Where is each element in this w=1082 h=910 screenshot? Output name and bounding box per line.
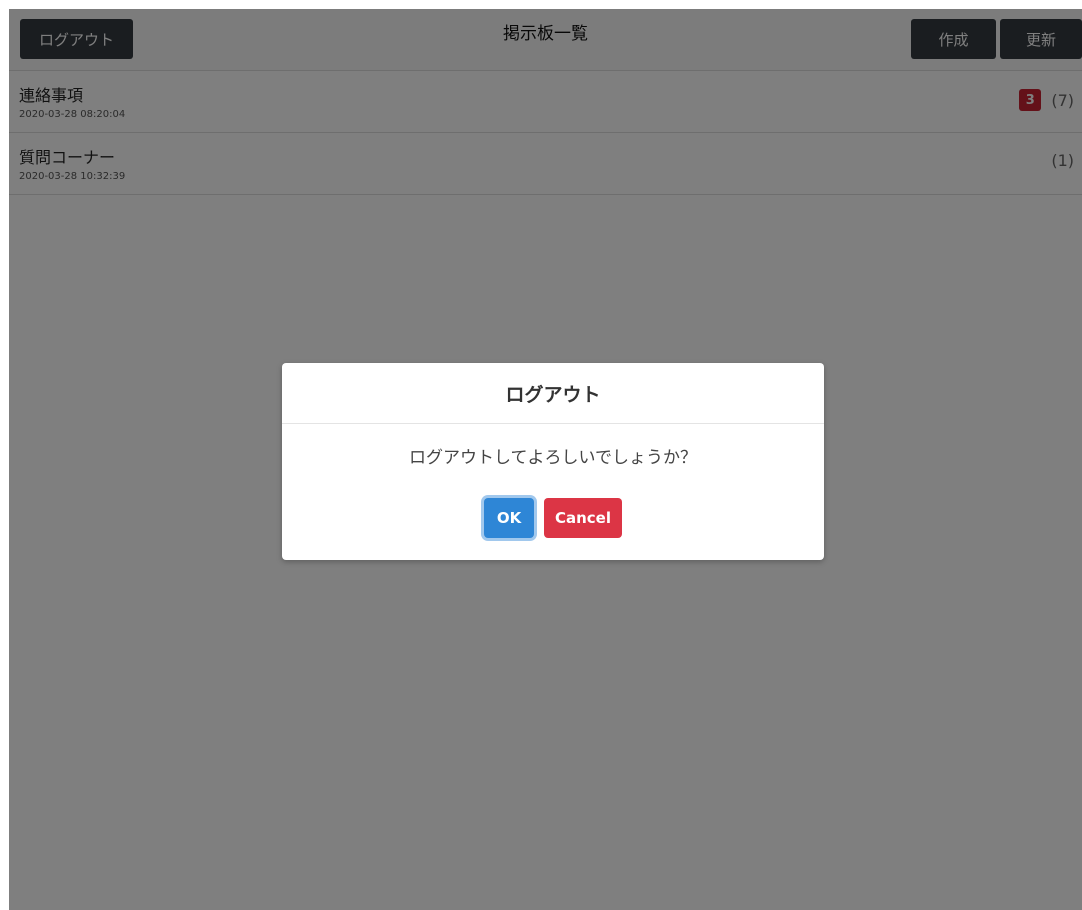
logout-dialog: ログアウト ログアウトしてよろしいでしょうか？ OK Cancel xyxy=(282,363,824,560)
dialog-message: ログアウトしてよろしいでしょうか？ xyxy=(409,448,697,468)
cancel-button[interactable]: Cancel xyxy=(544,498,622,538)
dialog-buttons: OK Cancel xyxy=(282,498,824,538)
dialog-title: ログアウト xyxy=(505,383,601,406)
ok-button[interactable]: OK xyxy=(484,498,534,538)
app-window: 掲示板一覧 ログアウト 作成 更新 連絡事項 2020-03-28 08:20:… xyxy=(9,9,1082,910)
dialog-header: ログアウト xyxy=(282,363,824,424)
